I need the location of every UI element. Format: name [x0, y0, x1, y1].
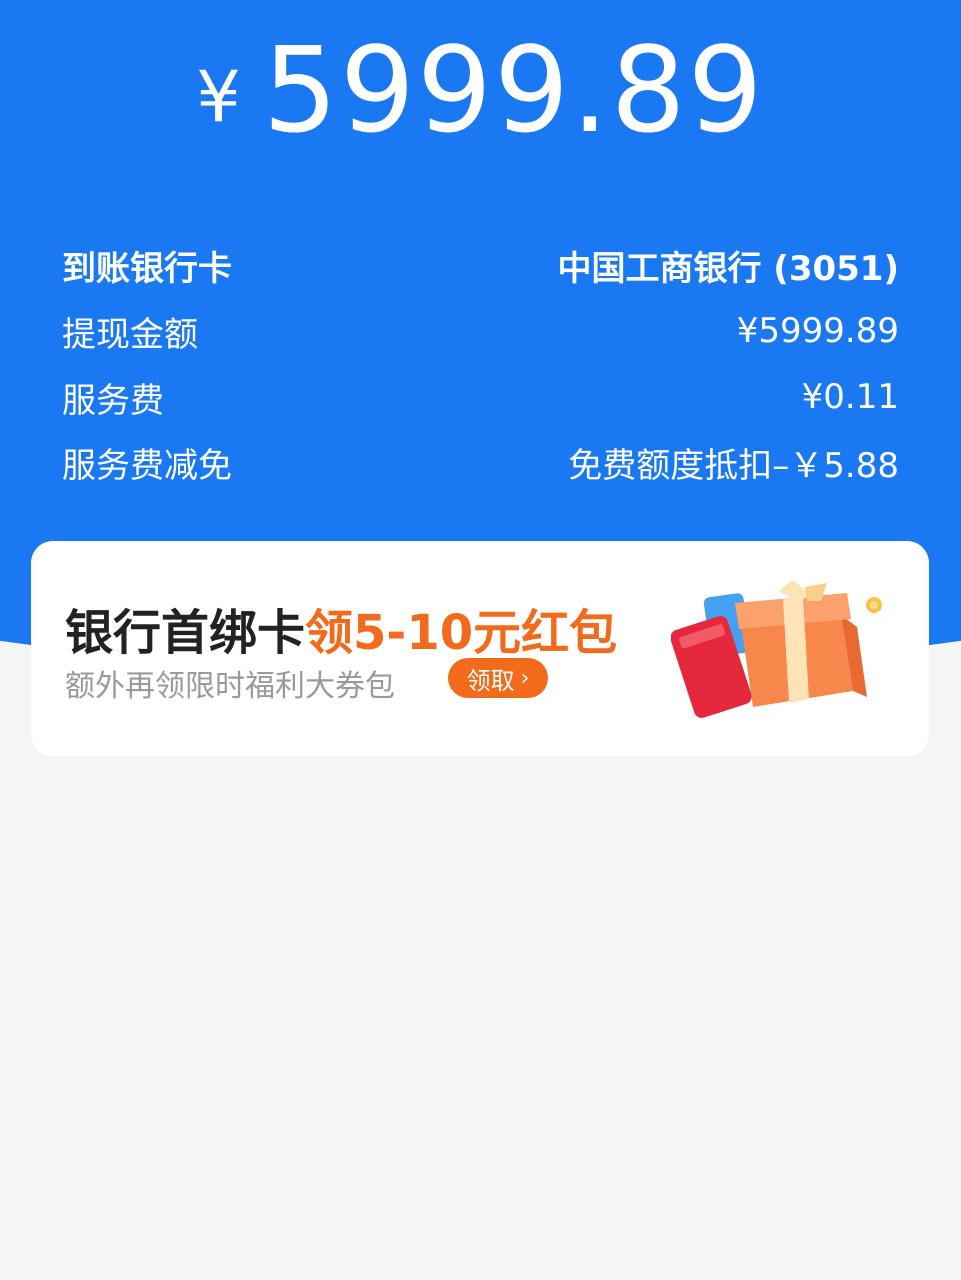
detail-value: 免费额度抵扣–￥5.88: [568, 445, 899, 486]
gift-box-icon: [671, 581, 882, 718]
claim-button-label: 领取: [466, 666, 515, 695]
chevron-right-icon: ›: [520, 665, 530, 691]
promo-title-highlight: 领5-10元红包: [305, 605, 618, 661]
detail-value: ¥0.11: [801, 377, 899, 417]
promo-title: 银行首绑卡领5-10元红包: [65, 593, 617, 663]
amount-value: 5999.89: [262, 21, 765, 159]
promo-title-prefix: 银行首绑卡: [65, 605, 306, 661]
withdrawal-amount: ¥ 5999.89: [0, 20, 961, 160]
detail-label: 提现金额: [62, 314, 198, 355]
detail-row-fee-waiver: 服务费减免 免费额度抵扣–￥5.88: [62, 440, 899, 486]
detail-value: 中国工商银行 (3051): [557, 248, 899, 289]
promo-subtitle: 额外再领限时福利大券包: [65, 669, 395, 704]
claim-button[interactable]: 领取 ›: [448, 658, 548, 698]
detail-label: 服务费减免: [62, 445, 232, 486]
bank-card-promo-banner[interactable]: 银行首绑卡领5-10元红包 额外再领限时福利大券包 领取 ›: [31, 541, 929, 756]
detail-value: ¥5999.89: [736, 311, 899, 351]
detail-row-service-fee: 服务费 ¥0.11: [62, 375, 899, 421]
currency-symbol: ¥: [196, 56, 241, 138]
detail-row-withdraw-amount: 提现金额 ¥5999.89: [62, 309, 899, 355]
detail-label: 到账银行卡: [62, 248, 232, 289]
detail-row-bank-card: 到账银行卡 中国工商银行 (3051): [62, 243, 899, 289]
detail-label: 服务费: [62, 380, 164, 421]
withdrawal-result-page: ¥ 5999.89 到账银行卡 中国工商银行 (3051) 提现金额 ¥5999…: [0, 0, 961, 1280]
